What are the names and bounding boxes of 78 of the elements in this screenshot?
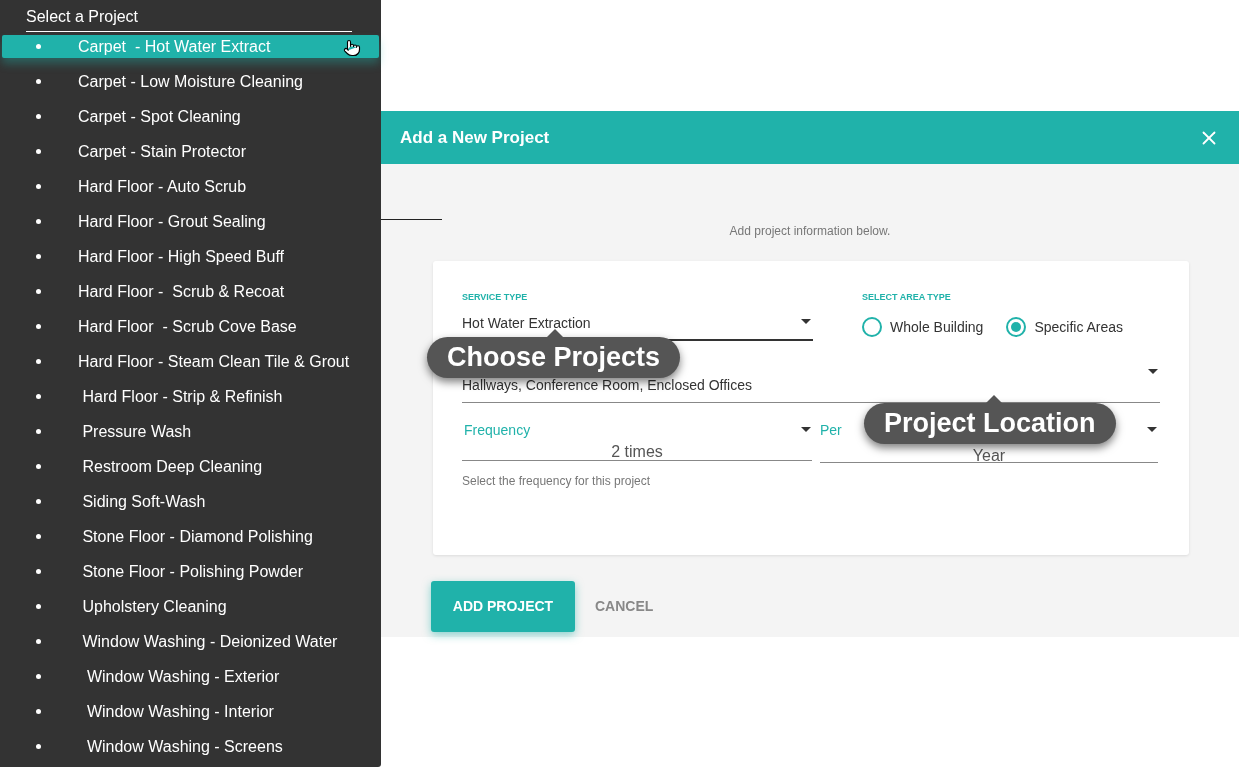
option-label: Carpet - Stain Protector — [78, 141, 247, 162]
project-option[interactable]: Window Washing - Interior — [2, 700, 379, 723]
bullet-icon — [36, 44, 41, 49]
project-option[interactable]: Window Washing - Exterior — [2, 665, 379, 688]
dialog-title: Add a New Project — [400, 126, 550, 149]
project-option[interactable]: Siding Soft-Wash — [2, 490, 379, 513]
option-label: Window Washing - Exterior — [85, 666, 280, 687]
project-option[interactable]: Carpet - Stain Protector — [2, 140, 379, 163]
bullet-icon — [36, 149, 41, 154]
area-type-radio[interactable]: Whole Building — [862, 316, 984, 338]
bullet-icon — [36, 184, 41, 189]
menu-title: Select a Project — [26, 5, 352, 32]
project-option[interactable]: Hard Floor - High Speed Buff — [2, 245, 379, 268]
frequency-select[interactable]: Frequency 2 times — [462, 416, 812, 461]
option-label: Carpet - Spot Cleaning — [78, 106, 241, 127]
project-option[interactable]: Hard Floor - Strip & Refinish — [2, 385, 379, 408]
bullet-icon — [36, 394, 41, 399]
option-label: Carpet - Low Moisture Cleaning — [78, 71, 303, 92]
project-option[interactable]: Window Washing - Deionized Water — [2, 630, 379, 653]
project-option[interactable]: Hard Floor - Grout Sealing — [2, 210, 379, 233]
bullet-icon — [36, 254, 41, 259]
project-option[interactable]: Upholstery Cleaning — [2, 595, 379, 618]
bullet-icon — [36, 289, 41, 294]
option-label: Hard Floor - High Speed Buff — [78, 246, 285, 267]
project-option[interactable]: Hard Floor - Scrub Cove Base — [2, 315, 379, 338]
bullet-icon — [36, 709, 41, 714]
helper-text: Select the frequency for this project — [462, 472, 652, 490]
bullet-icon — [36, 359, 41, 364]
bullet-icon — [36, 569, 41, 574]
area-type-radio[interactable]: Specific Areas — [1006, 316, 1124, 338]
bullet-icon — [36, 114, 41, 119]
option-label: Hard Floor - Scrub Cove Base — [78, 316, 297, 337]
bullet-icon — [36, 219, 41, 224]
project-option[interactable]: Hard Floor - Steam Clean Tile & Grout — [2, 350, 379, 373]
dropdown-caret-icon — [1147, 426, 1157, 432]
project-option[interactable]: Window Washing - Screens — [2, 735, 379, 758]
option-label: Siding Soft-Wash — [81, 491, 206, 512]
bullet-icon — [36, 464, 41, 469]
dropdown-caret-icon — [801, 426, 811, 432]
option-label: Pressure Wash — [81, 421, 192, 442]
project-option[interactable]: Stone Floor - Diamond Polishing — [2, 525, 379, 548]
callout-tooltip: Project Location — [864, 403, 1116, 444]
bullet-icon — [36, 744, 41, 749]
project-option[interactable]: Pressure Wash — [2, 420, 379, 443]
project-option[interactable]: Restroom Deep Cleaning — [2, 455, 379, 478]
field-label: SELECT AREA TYPE — [862, 291, 952, 304]
field-label: SERVICE TYPE — [462, 291, 529, 304]
bullet-icon — [36, 79, 41, 84]
bullet-icon — [36, 534, 41, 539]
project-option[interactable]: Stone Floor - Polishing Powder — [2, 560, 379, 583]
option-label: Window Washing - Interior — [85, 701, 274, 722]
option-label: Stone Floor - Polishing Powder — [81, 561, 303, 582]
project-option[interactable]: Carpet - Low Moisture Cleaning — [2, 70, 379, 93]
bullet-icon — [36, 639, 41, 644]
option-label: Restroom Deep Cleaning — [81, 456, 263, 477]
option-label: Hard Floor - Auto Scrub — [78, 176, 247, 197]
dropdown-caret-icon — [1148, 368, 1158, 374]
bullet-icon — [36, 674, 41, 679]
bullet-icon — [36, 604, 41, 609]
intro-text: Add project information below. — [728, 223, 892, 240]
option-label: Window Washing - Screens — [85, 736, 283, 757]
option-label: Upholstery Cleaning — [81, 596, 227, 617]
option-label: Hard Floor - Strip & Refinish — [81, 386, 283, 407]
option-label: Hard Floor - Grout Sealing — [78, 211, 266, 232]
project-option[interactable]: Hard Floor - Auto Scrub — [2, 175, 379, 198]
hand-cursor-icon — [343, 39, 361, 57]
option-label: Window Washing - Deionized Water — [81, 631, 338, 652]
project-option[interactable]: Carpet - Spot Cleaning — [2, 105, 379, 128]
callout-tooltip: Choose Projects — [427, 337, 681, 378]
bullet-icon — [36, 324, 41, 329]
bullet-icon — [36, 429, 41, 434]
option-label: Hard Floor - Scrub & Recoat — [78, 281, 285, 302]
option-label: Carpet - Hot Water Extract — [78, 36, 271, 57]
project-option[interactable]: Hard Floor - Scrub & Recoat — [2, 280, 379, 303]
bullet-icon — [36, 499, 41, 504]
dropdown-caret-icon — [801, 318, 811, 324]
option-label: Hard Floor - Steam Clean Tile & Grout — [78, 351, 350, 372]
option-label: Stone Floor - Diamond Polishing — [81, 526, 313, 547]
